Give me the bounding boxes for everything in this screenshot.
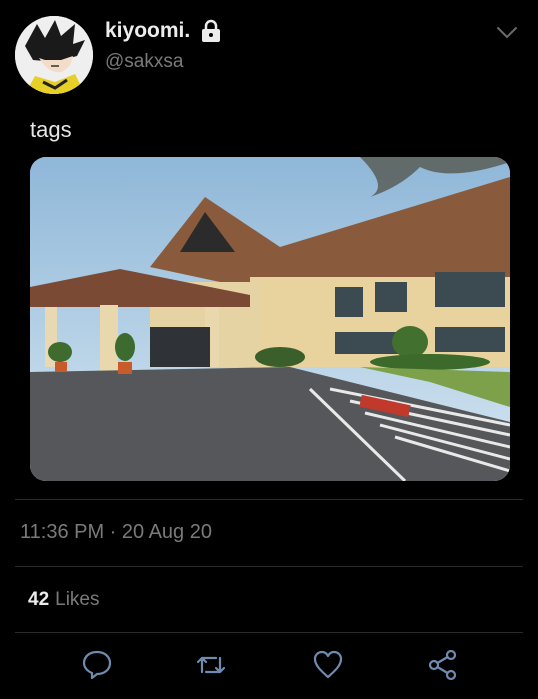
lock-icon bbox=[200, 19, 222, 43]
like-icon[interactable] bbox=[311, 648, 345, 682]
tweet-text: tags bbox=[30, 117, 72, 142]
likes-label: Likes bbox=[55, 589, 100, 610]
likes-stat[interactable]: 42 Likes bbox=[28, 589, 100, 611]
divider bbox=[15, 632, 523, 633]
tweet-actions-bar bbox=[0, 648, 538, 688]
reply-icon[interactable] bbox=[80, 648, 114, 682]
tweet-media-image[interactable] bbox=[30, 157, 510, 481]
share-icon[interactable] bbox=[426, 648, 460, 682]
user-handle: @sakxsa bbox=[105, 51, 184, 72]
retweet-icon[interactable] bbox=[194, 648, 228, 682]
tweet-timestamp[interactable]: 11:36 PM · 20 Aug 20 bbox=[20, 521, 212, 544]
avatar[interactable] bbox=[15, 16, 93, 94]
display-name[interactable]: kiyoomi. bbox=[105, 19, 190, 43]
divider bbox=[15, 499, 523, 500]
likes-count: 42 bbox=[28, 589, 50, 610]
divider bbox=[15, 566, 523, 567]
chevron-down-icon[interactable] bbox=[496, 24, 518, 40]
display-name-row[interactable]: kiyoomi. bbox=[105, 19, 222, 43]
